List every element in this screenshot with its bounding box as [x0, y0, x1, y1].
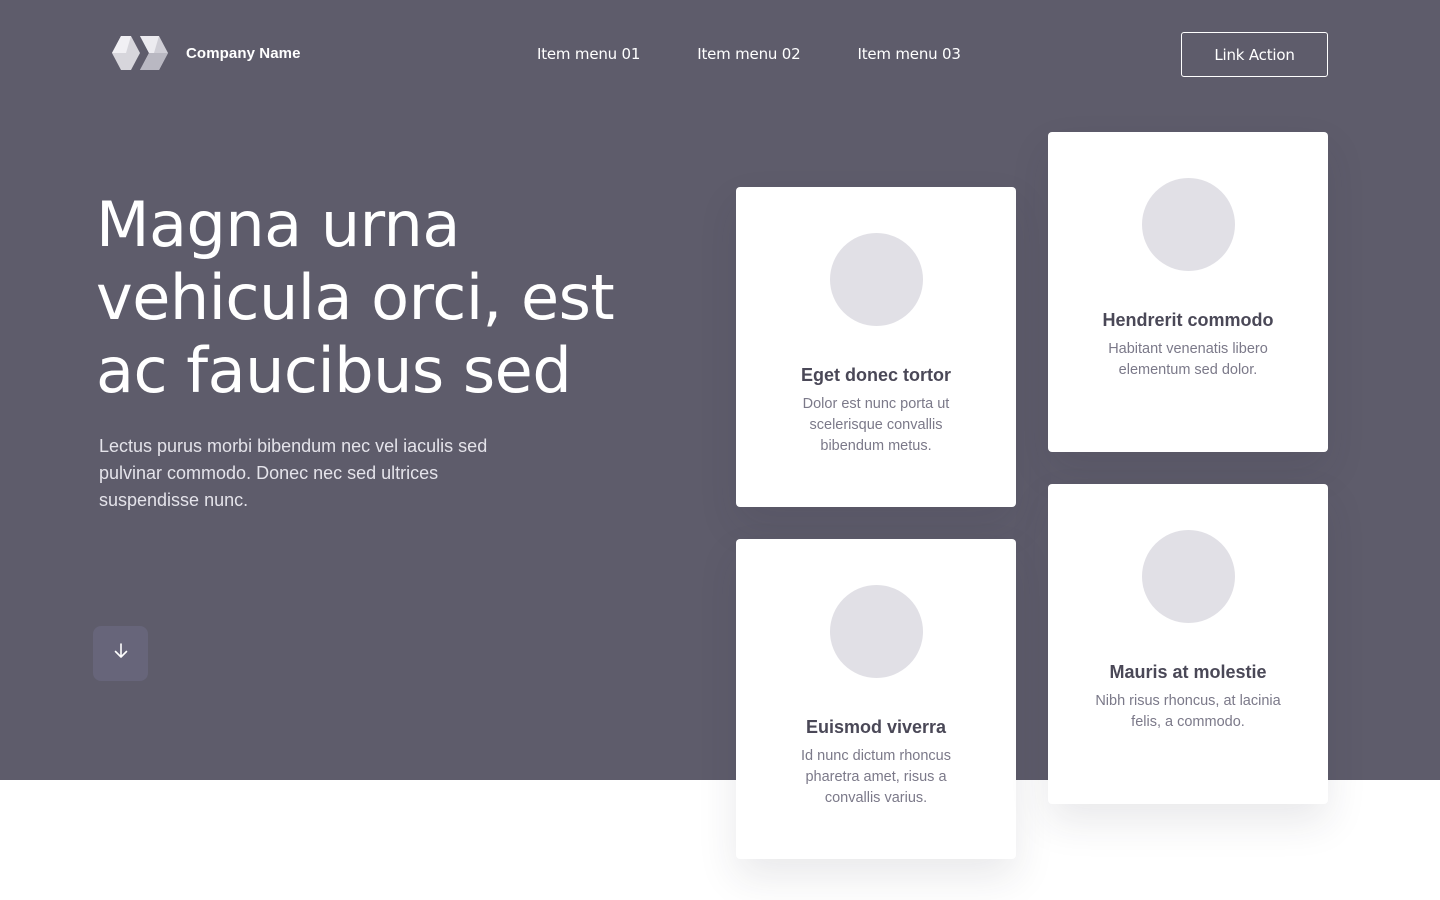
hero-headline: Magna urna vehicula orci, est ac faucibu… [96, 188, 615, 407]
card-text: Dolor est nunc porta ut scelerisque conv… [802, 396, 950, 454]
feature-card[interactable]: Mauris at molestie Nibh risus rhoncus, a… [1048, 484, 1328, 804]
avatar-placeholder [829, 585, 923, 678]
nav-item-menu-03[interactable]: Item menu 03 [857, 44, 960, 64]
nav-item-menu-02[interactable]: Item menu 02 [697, 44, 800, 64]
card-title: Hendrerit commodo [1102, 310, 1274, 330]
scroll-down-button[interactable] [93, 626, 148, 681]
card-text: Nibh risus rhoncus, at lacinia felis, a … [1095, 693, 1281, 730]
arrow-down-icon [112, 642, 130, 665]
feature-card[interactable]: Hendrerit commodo Habitant venenatis lib… [1048, 132, 1328, 452]
hero-lede: Lectus purus morbi bibendum nec vel iacu… [99, 436, 488, 510]
card-text: Habitant venenatis libero elementum sed … [1108, 341, 1268, 378]
card-text: Id nunc dictum rhoncus pharetra amet, ri… [801, 748, 951, 806]
avatar-placeholder [1141, 530, 1235, 623]
feature-card[interactable]: Eget donec tortor Dolor est nunc porta u… [736, 187, 1016, 507]
hexagon-logo-icon [112, 36, 168, 70]
main-nav: Item menu 01 Item menu 02 Item menu 03 [537, 44, 1018, 64]
brand[interactable]: Company Name [112, 36, 301, 70]
brand-name: Company Name [186, 44, 301, 62]
link-action-button[interactable]: Link Action [1181, 32, 1328, 77]
feature-card[interactable]: Euismod viverra Id nunc dictum rhoncus p… [736, 539, 1016, 859]
card-title: Mauris at molestie [1109, 662, 1267, 682]
avatar-placeholder [1141, 178, 1235, 271]
card-title: Euismod viverra [805, 717, 947, 737]
nav-item-menu-01[interactable]: Item menu 01 [537, 44, 640, 64]
card-title: Eget donec tortor [800, 365, 951, 385]
avatar-placeholder [829, 233, 923, 326]
